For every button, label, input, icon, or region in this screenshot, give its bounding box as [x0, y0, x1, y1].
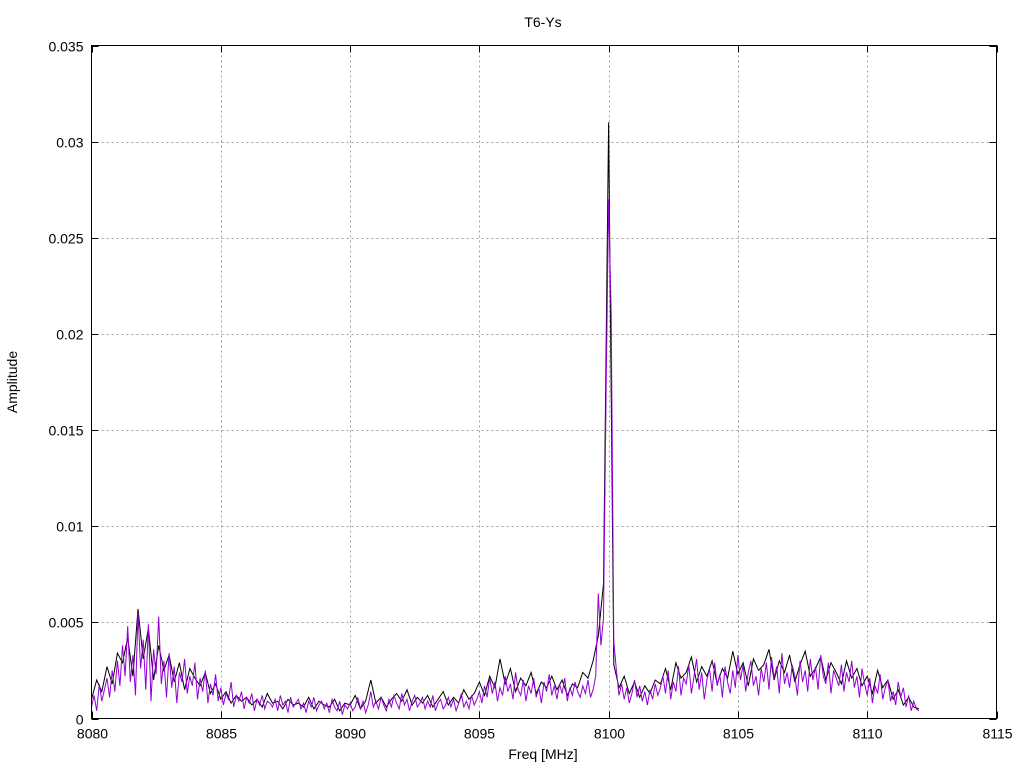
x-axis-label: Freq [MHz] [508, 746, 577, 762]
y-tick-label: 0.035 [48, 39, 83, 55]
x-tick-label: 8090 [335, 726, 366, 742]
plot-border [91, 45, 997, 719]
series-group [91, 122, 920, 715]
y-axis-label: Amplitude [4, 351, 20, 413]
grid [91, 45, 997, 719]
y-tick-label: 0.025 [48, 231, 83, 247]
x-tick-label: 8105 [723, 726, 754, 742]
y-tick-label: 0.015 [48, 423, 83, 439]
y-tick-label: 0.03 [56, 135, 83, 151]
x-tick-label: 8080 [77, 726, 108, 742]
y-tick-label: 0 [76, 712, 84, 728]
series-line-black [91, 122, 920, 712]
y-tick-label: 0.01 [56, 519, 83, 535]
x-tick-label: 8100 [594, 726, 625, 742]
chart: T6-Ys Freq [MHz] Amplitude 8080 8085 8090 8… [4, 14, 1013, 762]
x-tick-label: 8095 [464, 726, 495, 742]
x-tick-label: 8115 [982, 726, 1012, 742]
ticks: 8080 8085 8090 8095 8100 8105 8110 8115 0 0.005 0.… [48, 39, 1012, 742]
series-line-purple [91, 199, 920, 715]
y-tick-label: 0.02 [56, 327, 83, 343]
x-tick-label: 8085 [206, 726, 237, 742]
y-tick-label: 0.005 [48, 615, 83, 631]
x-tick-label: 8110 [852, 726, 882, 742]
chart-title: T6-Ys [524, 14, 561, 30]
